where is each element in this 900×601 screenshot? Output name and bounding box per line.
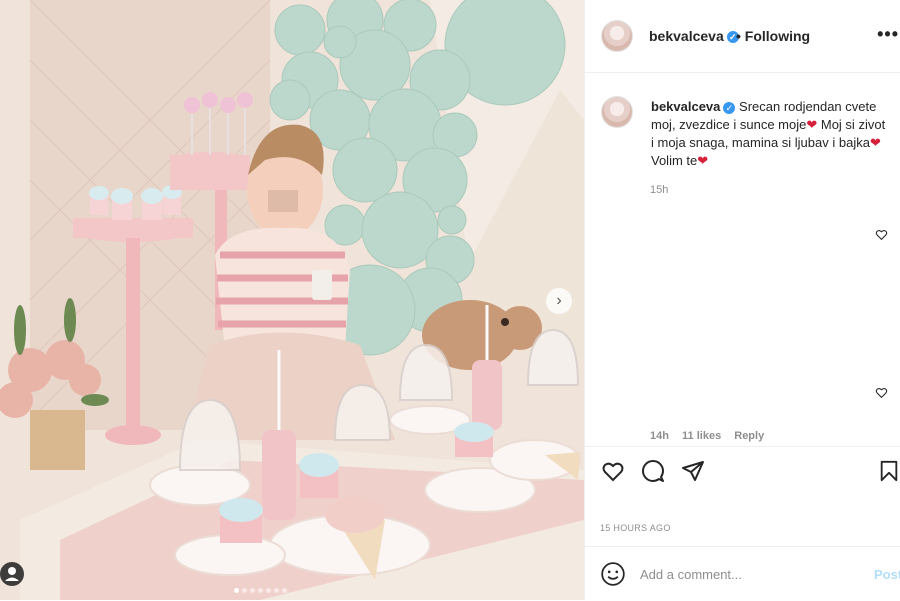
caption-line: Srecan rodjendan cvete [739, 99, 877, 114]
share-icon[interactable] [680, 459, 706, 488]
avatar[interactable] [601, 20, 633, 52]
comment-icon[interactable] [640, 459, 666, 488]
birthday-party-image [0, 0, 584, 600]
carousel-next-button[interactable]: › [546, 288, 572, 314]
reply-button[interactable]: Reply [734, 430, 764, 442]
comment-timestamp[interactable]: 14h [650, 430, 669, 442]
caption-line: moj, zvezdice i sunce moje [651, 117, 807, 132]
heart-emoji-icon: ❤ [806, 117, 818, 132]
verified-icon: ✓ [723, 101, 736, 114]
user-tag-icon[interactable] [0, 562, 24, 586]
post-photo[interactable]: › [0, 0, 584, 600]
post-timestamp[interactable]: 15 HOURS AGO [600, 523, 671, 533]
comment-like-icon[interactable] [875, 228, 888, 244]
comment-like-icon[interactable] [875, 386, 888, 402]
action-bar [584, 446, 900, 497]
caption-timestamp[interactable]: 15h [650, 184, 668, 196]
post-side-panel: bekvalceva ✓ • Following ••• bekvalceva ✓ … [584, 0, 900, 600]
carousel-dot [273, 588, 279, 593]
heart-emoji-icon: ❤ [697, 153, 709, 168]
carousel-dot [257, 588, 263, 593]
caption-line: Moj si [820, 117, 855, 132]
username-label: bekvalceva [649, 28, 724, 44]
carousel-dots [232, 580, 288, 598]
username-link[interactable]: bekvalceva ✓ [649, 28, 739, 44]
caption-username[interactable]: bekvalceva [651, 99, 720, 114]
carousel-dot [233, 588, 239, 593]
chevron-right-icon: › [556, 292, 562, 309]
comment-meta: 14h 11 likes Reply [650, 430, 774, 442]
heart-icon[interactable] [600, 459, 626, 488]
caption-text: bekvalceva ✓ Srecan rodjendan cvete moj, … [651, 98, 891, 170]
caption-line: bajka [838, 135, 870, 150]
post-header: bekvalceva ✓ • Following ••• [585, 0, 900, 73]
avatar[interactable] [601, 96, 633, 128]
comment-likes[interactable]: 11 likes [682, 430, 721, 442]
bookmark-icon[interactable] [878, 459, 900, 488]
caption-line: Volim te [651, 153, 698, 168]
emoji-icon[interactable] [600, 561, 626, 592]
add-comment-bar: Add a comment... Post [584, 546, 900, 601]
carousel-dot [265, 588, 271, 593]
heart-emoji-icon: ❤ [869, 135, 881, 150]
carousel-dot [249, 588, 255, 593]
post-comment-button[interactable]: Post [874, 567, 900, 582]
carousel-dot [281, 588, 287, 593]
following-button[interactable]: • Following [736, 28, 810, 44]
more-options-icon[interactable]: ••• [877, 24, 899, 45]
carousel-dot [241, 588, 247, 593]
add-comment-input[interactable]: Add a comment... [640, 567, 742, 582]
